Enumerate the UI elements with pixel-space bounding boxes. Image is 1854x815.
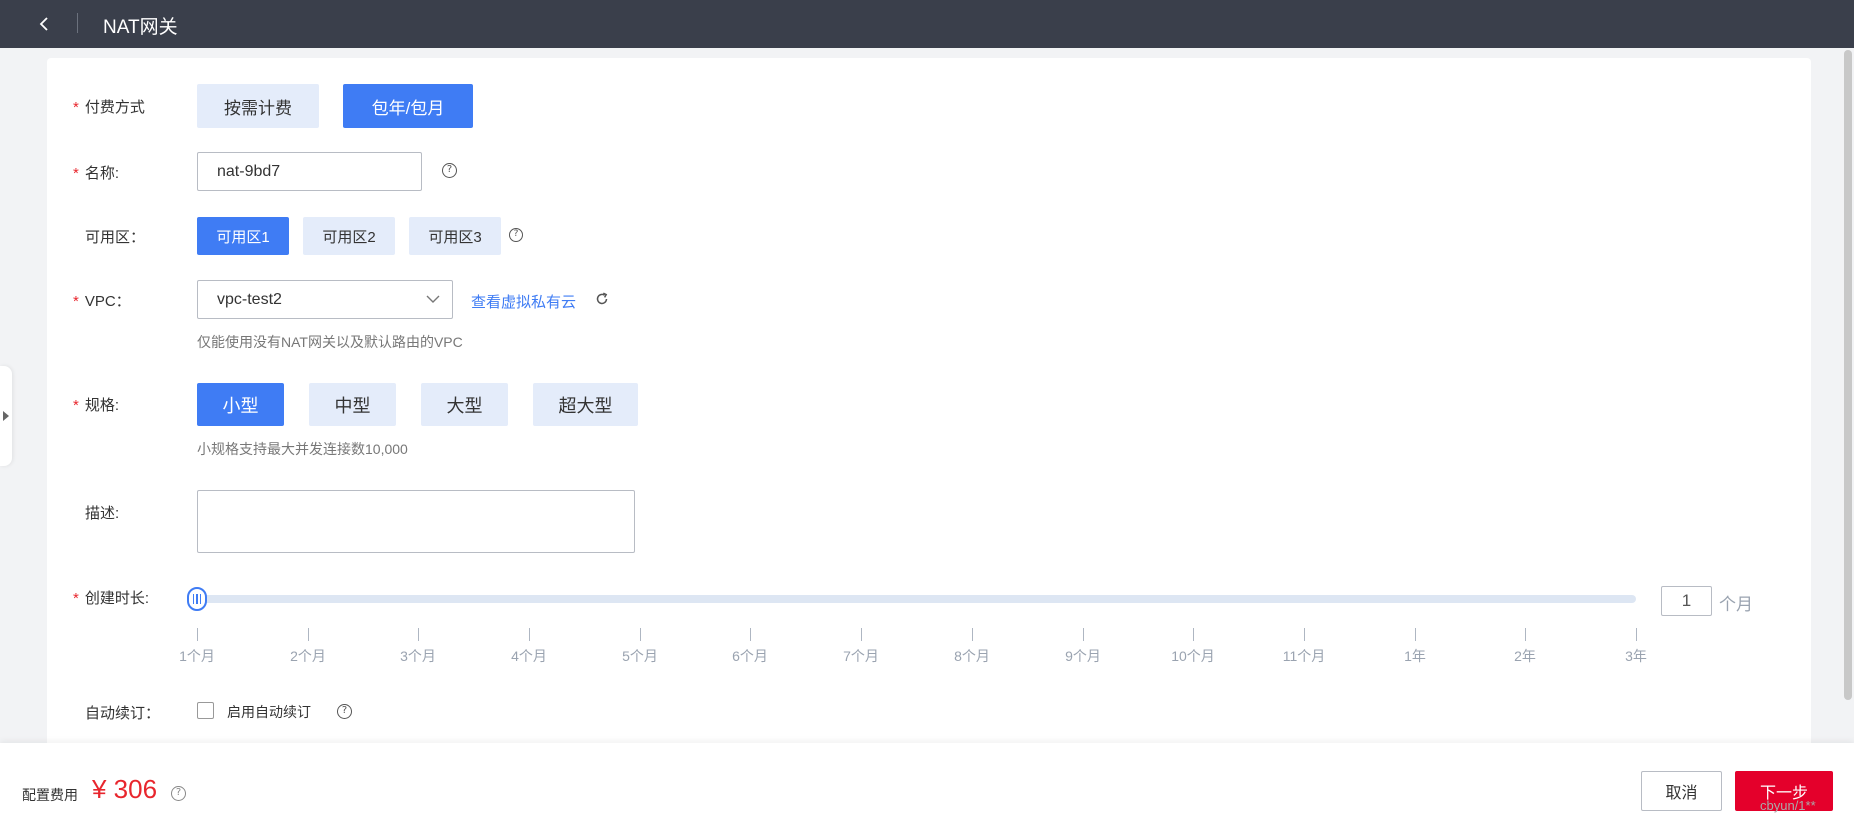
sidebar-expand-handle[interactable] [0, 366, 12, 466]
spec-xlarge-button[interactable]: 超大型 [533, 383, 638, 426]
duration-number-input[interactable]: 1 [1661, 586, 1712, 616]
duration-tick [972, 628, 973, 641]
auto-renew-checkbox[interactable] [197, 702, 214, 719]
caret-right-icon [3, 411, 9, 421]
name-input[interactable]: nat-9bd7 [197, 152, 422, 191]
back-button[interactable] [34, 13, 54, 35]
duration-tick-label[interactable]: 4个月 [511, 646, 547, 666]
duration-tick-label[interactable]: 7个月 [843, 646, 879, 666]
duration-tick-label[interactable]: 11个月 [1283, 646, 1326, 666]
zone-help-icon[interactable]: ? [509, 228, 523, 242]
duration-tick [1525, 628, 1526, 641]
vpc-select-value: vpc-test2 [217, 290, 282, 308]
description-textarea[interactable] [197, 490, 635, 553]
scrollbar-thumb[interactable] [1844, 50, 1852, 700]
duration-tick-label[interactable]: 5个月 [622, 646, 658, 666]
vpc-label: * VPC： [73, 293, 131, 310]
zone-label: 可用区： [85, 229, 146, 246]
duration-tick [861, 628, 862, 641]
billing-on-demand-button[interactable]: 按需计费 [197, 84, 319, 128]
duration-tick [640, 628, 641, 641]
fee-help-icon[interactable]: ? [171, 786, 186, 801]
name-label: * 名称: [73, 165, 120, 182]
duration-tick-label[interactable]: 1个月 [179, 646, 215, 666]
duration-tick-label[interactable]: 8个月 [954, 646, 990, 666]
duration-label: * 创建时长: [73, 590, 150, 607]
auto-renew-label: 自动续订： [85, 705, 161, 722]
duration-tick [1636, 628, 1637, 641]
duration-slider-track[interactable] [199, 595, 1636, 603]
auto-renew-help-icon[interactable]: ? [337, 704, 352, 719]
vpc-hint: 仅能使用没有NAT网关以及默认路由的VPC [197, 334, 463, 350]
chevron-down-icon [426, 295, 440, 303]
spec-large-button[interactable]: 大型 [421, 383, 508, 426]
duration-tick-label[interactable]: 2年 [1514, 646, 1536, 666]
spec-small-button[interactable]: 小型 [197, 383, 284, 426]
duration-tick [418, 628, 419, 641]
view-vpc-link[interactable]: 查看虚拟私有云 [471, 291, 576, 312]
cancel-button[interactable]: 取消 [1641, 771, 1722, 811]
duration-tick [1304, 628, 1305, 641]
duration-tick-label[interactable]: 1年 [1404, 646, 1426, 666]
duration-tick [1415, 628, 1416, 641]
duration-tick [197, 628, 198, 641]
page-title: NAT网关 [103, 17, 178, 38]
duration-tick [529, 628, 530, 641]
duration-tick-label[interactable]: 2个月 [290, 646, 326, 666]
refresh-icon[interactable] [595, 292, 609, 306]
duration-tick [1193, 628, 1194, 641]
scrollbar[interactable] [1842, 48, 1854, 743]
footer-bar [0, 743, 1854, 815]
duration-tick-label[interactable]: 3年 [1625, 646, 1647, 666]
header-divider [77, 13, 78, 33]
spec-label: * 规格: [73, 397, 120, 414]
zone-2-button[interactable]: 可用区2 [303, 217, 395, 255]
billing-yearly-monthly-button[interactable]: 包年/包月 [343, 84, 473, 128]
fee-value: ¥ 306 [92, 774, 158, 804]
duration-tick [308, 628, 309, 641]
name-help-icon[interactable]: ? [442, 163, 457, 178]
duration-tick-label[interactable]: 9个月 [1065, 646, 1101, 666]
duration-tick-label[interactable]: 3个月 [400, 646, 436, 666]
chevron-left-icon [39, 17, 48, 31]
duration-unit: 个月 [1719, 595, 1753, 614]
duration-slider-handle[interactable] [187, 587, 207, 611]
duration-tick-label[interactable]: 10个月 [1171, 646, 1215, 666]
top-bar: NAT网关 [0, 0, 1854, 48]
spec-hint: 小规格支持最大并发连接数10,000 [197, 441, 408, 457]
billing-label: * 付费方式 [73, 99, 145, 116]
duration-tick [750, 628, 751, 641]
duration-tick-label[interactable]: 6个月 [732, 646, 768, 666]
zone-3-button[interactable]: 可用区3 [409, 217, 501, 255]
vpc-select[interactable]: vpc-test2 [197, 280, 453, 319]
watermark: cbyun/1** [1760, 798, 1816, 813]
auto-renew-checkbox-label[interactable]: 启用自动续订 [227, 702, 311, 722]
zone-1-button[interactable]: 可用区1 [197, 217, 289, 255]
fee-label: 配置费用 [22, 787, 78, 803]
description-label: 描述: [85, 505, 120, 522]
spec-medium-button[interactable]: 中型 [309, 383, 396, 426]
duration-tick [1083, 628, 1084, 641]
